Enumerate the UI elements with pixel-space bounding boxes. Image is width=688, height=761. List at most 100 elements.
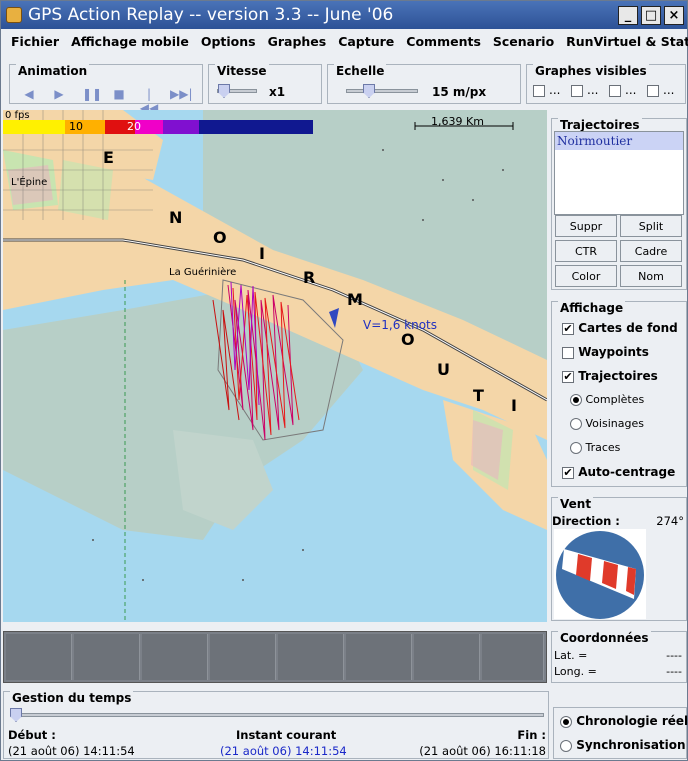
trajectoires-option[interactable]: ✔ Trajectoires [562, 369, 658, 383]
waypoints-checkbox[interactable] [562, 346, 574, 359]
menu-options[interactable]: Options [201, 34, 256, 49]
island-letter: I [511, 396, 517, 415]
graphe-checkbox-4[interactable] [647, 85, 659, 97]
echelle-slider-track[interactable] [346, 89, 418, 93]
menu-affichage-mobile[interactable]: Affichage mobile [71, 34, 189, 49]
menu-comments[interactable]: Comments [406, 34, 481, 49]
synchro-option[interactable]: Synchronisation [560, 738, 686, 752]
island-letter: I [259, 244, 265, 263]
long-label: Long. = [554, 665, 597, 678]
close-button[interactable]: × [664, 5, 684, 25]
cartes-fond-checkbox[interactable]: ✔ [562, 322, 574, 335]
trajectoire-item-noirmoutier[interactable]: Noirmoutier [555, 132, 683, 150]
speed-readout: V=1,6 knots [363, 318, 438, 332]
graphe-dots-1: ... [549, 83, 561, 97]
animation-title: Animation [16, 64, 90, 78]
play-icon[interactable]: ▶ [52, 87, 66, 101]
vent-panel: Vent Direction : 274° [551, 497, 687, 621]
split-button[interactable]: Split [620, 215, 682, 237]
ctr-button[interactable]: CTR [555, 240, 617, 262]
autocentrage-label: Auto-centrage [578, 465, 676, 479]
coordonnees-title: Coordonnées [558, 631, 651, 645]
title-bar: GPS Action Replay -- version 3.3 -- June… [1, 1, 687, 29]
island-letter: U [437, 360, 450, 379]
maximize-button[interactable]: □ [641, 5, 661, 25]
nautical-chart [3, 110, 547, 622]
voisinages-option[interactable]: Voisinages [570, 417, 644, 430]
fin-label: Fin : [517, 728, 546, 742]
debut-value: (21 août 06) 14:11:54 [8, 744, 135, 758]
main-window: GPS Action Replay -- version 3.3 -- June… [0, 0, 688, 761]
island-letter: N [169, 208, 183, 227]
vitesse-group: Vitesse x1 [208, 64, 322, 104]
time-slider-thumb[interactable] [10, 708, 22, 722]
graphe-checkbox-2[interactable] [571, 85, 583, 97]
graphe-checkbox-1[interactable] [533, 85, 545, 97]
graphes-group: Graphes visibles ... ... ... ... [526, 64, 686, 104]
forward-end-icon[interactable]: ▶▶| [170, 87, 193, 101]
synchro-radio[interactable] [560, 739, 572, 752]
step-back-icon[interactable]: ◀ [22, 87, 36, 101]
trajectoires-label: Trajectoires [578, 369, 658, 383]
echelle-slider-thumb[interactable] [363, 84, 375, 98]
island-letter: M [347, 290, 363, 309]
timeline-graph[interactable] [3, 631, 547, 683]
trajectoires-list[interactable]: Noirmoutier [554, 131, 684, 215]
echelle-group: Echelle 15 m/px [327, 64, 521, 104]
echelle-value: 15 m/px [432, 85, 487, 99]
trajectoires-checkbox[interactable]: ✔ [562, 370, 574, 383]
chrono-option[interactable]: Chronologie réelle [560, 714, 688, 728]
lat-label: Lat. = [554, 649, 588, 662]
timeline-cell [142, 634, 208, 680]
graphes-title: Graphes visibles [533, 64, 649, 78]
fps-label: 0 fps [5, 110, 30, 121]
nom-button[interactable]: Nom [620, 265, 682, 287]
chrono-radio[interactable] [560, 715, 572, 728]
fin-value: (21 août 06) 16:11:18 [419, 744, 546, 758]
time-slider-track[interactable] [14, 713, 544, 717]
echelle-title: Echelle [334, 64, 387, 78]
timeline-cell [414, 634, 480, 680]
menu-capture[interactable]: Capture [338, 34, 394, 49]
color-button[interactable]: Color [555, 265, 617, 287]
suppr-button[interactable]: Suppr [555, 215, 617, 237]
stop-icon[interactable]: ■ [112, 87, 126, 101]
temps-title: Gestion du temps [10, 691, 134, 705]
voisinages-radio[interactable] [570, 418, 582, 430]
app-icon [6, 7, 22, 23]
affichage-title: Affichage [558, 301, 626, 315]
vitesse-slider-thumb[interactable] [218, 84, 230, 98]
waypoints-option[interactable]: Waypoints [562, 345, 649, 359]
pause-icon[interactable]: ❚❚ [82, 87, 102, 101]
completes-radio[interactable] [570, 394, 582, 406]
cartes-fond-label: Cartes de fond [578, 321, 678, 335]
waypoints-label: Waypoints [578, 345, 649, 359]
cartes-fond-option[interactable]: ✔ Cartes de fond [562, 321, 678, 335]
map-view[interactable]: 0 fps 10 20 1,639 Km L'Épine La Guériniè… [3, 110, 547, 622]
scale-label-10: 10 [69, 120, 83, 133]
cadre-button[interactable]: Cadre [620, 240, 682, 262]
menu-runvirtuel[interactable]: RunVirtuel & Stats [566, 34, 688, 49]
traces-option[interactable]: Traces [570, 441, 620, 454]
timeline-cell [346, 634, 412, 680]
completes-option[interactable]: Complètes [570, 393, 644, 406]
chronologie-panel: Chronologie réelle Synchronisation [553, 707, 688, 759]
rewind-start-icon[interactable]: |◀◀ [138, 87, 160, 115]
autocentrage-option[interactable]: ✔ Auto-centrage [562, 465, 675, 479]
vitesse-value: x1 [269, 85, 286, 99]
instant-value: (21 août 06) 14:11:54 [220, 744, 347, 758]
completes-label: Complètes [585, 393, 645, 406]
synchro-label: Synchronisation [576, 738, 686, 752]
menu-scenario[interactable]: Scenario [493, 34, 554, 49]
distance-scale-label: 1,639 Km [431, 115, 484, 128]
trajectoires-title: Trajectoires [558, 118, 642, 132]
debut-label: Début : [8, 728, 56, 742]
place-gueriniere: La Guérinière [169, 267, 237, 278]
autocentrage-checkbox[interactable]: ✔ [562, 466, 574, 479]
graphe-checkbox-3[interactable] [609, 85, 621, 97]
menu-graphes[interactable]: Graphes [268, 34, 327, 49]
menu-fichier[interactable]: Fichier [11, 34, 59, 49]
windsock-icon [554, 529, 646, 619]
traces-radio[interactable] [570, 442, 582, 454]
minimize-button[interactable]: _ [618, 5, 638, 25]
